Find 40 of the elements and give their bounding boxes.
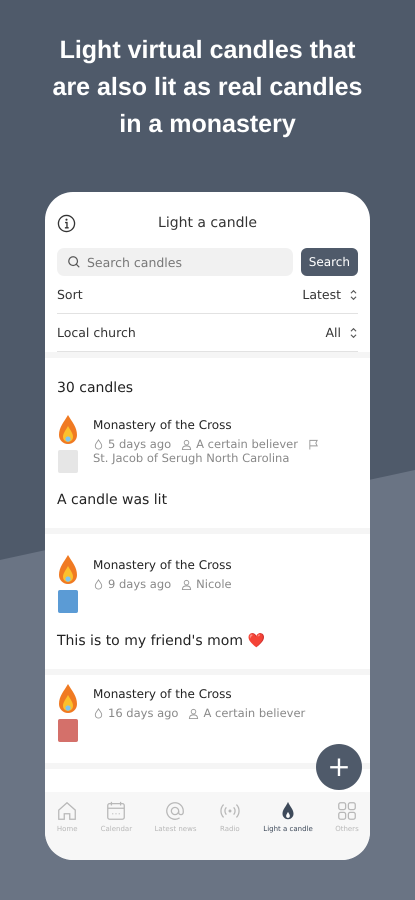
candle-icon bbox=[57, 683, 79, 743]
add-button[interactable]: + bbox=[316, 744, 362, 790]
filter-label: Sort bbox=[57, 287, 83, 302]
filter-dropdown[interactable]: All bbox=[326, 325, 358, 340]
screen-title: Light a candle bbox=[158, 215, 257, 231]
author-text: A certain believer bbox=[196, 437, 298, 451]
candle-message: A candle was lit bbox=[57, 492, 168, 508]
time-text: 5 days ago bbox=[108, 437, 172, 451]
filter-dropdown[interactable]: Latest bbox=[302, 287, 358, 302]
monastery-name: Monastery of the Cross bbox=[93, 687, 233, 701]
author-text: Nicole bbox=[196, 577, 232, 591]
person-icon bbox=[181, 578, 192, 590]
monastery-name: Monastery of the Cross bbox=[93, 418, 233, 432]
candle-message: This is to my friend's mom ❤ bbox=[57, 632, 266, 649]
grid-icon bbox=[336, 800, 358, 822]
filter-label: Local church bbox=[57, 325, 136, 340]
headline: Light virtual candles that are also lit as real candles in a monastery bbox=[52, 35, 364, 140]
info-icon[interactable] bbox=[57, 214, 76, 232]
search-button[interactable]: Search bbox=[300, 248, 358, 276]
flag-icon bbox=[308, 438, 319, 450]
church-text: St. Jacob of Serugh North Carolina bbox=[93, 451, 290, 465]
sort-arrows-icon bbox=[349, 288, 358, 300]
candle-count: 30 candles bbox=[56, 379, 134, 398]
search-icon bbox=[67, 255, 81, 269]
candle-icon bbox=[57, 414, 79, 474]
time-text: 9 days ago bbox=[108, 577, 172, 591]
monastery-name: Monastery of the Cross bbox=[93, 558, 233, 572]
at-sign-icon bbox=[164, 800, 186, 822]
person-icon bbox=[181, 438, 192, 450]
search-field[interactable]: Search candles bbox=[57, 248, 293, 276]
flame-icon bbox=[93, 708, 104, 718]
person-icon bbox=[188, 708, 200, 718]
author-text: A certain believer bbox=[203, 706, 306, 720]
calendar-icon bbox=[105, 800, 128, 822]
flame-icon bbox=[93, 438, 104, 450]
time-text: 16 days ago bbox=[108, 706, 178, 720]
home-icon bbox=[56, 800, 78, 822]
candle-icon bbox=[57, 554, 79, 614]
flame-icon bbox=[93, 578, 104, 590]
sort-arrows-icon bbox=[349, 326, 358, 338]
